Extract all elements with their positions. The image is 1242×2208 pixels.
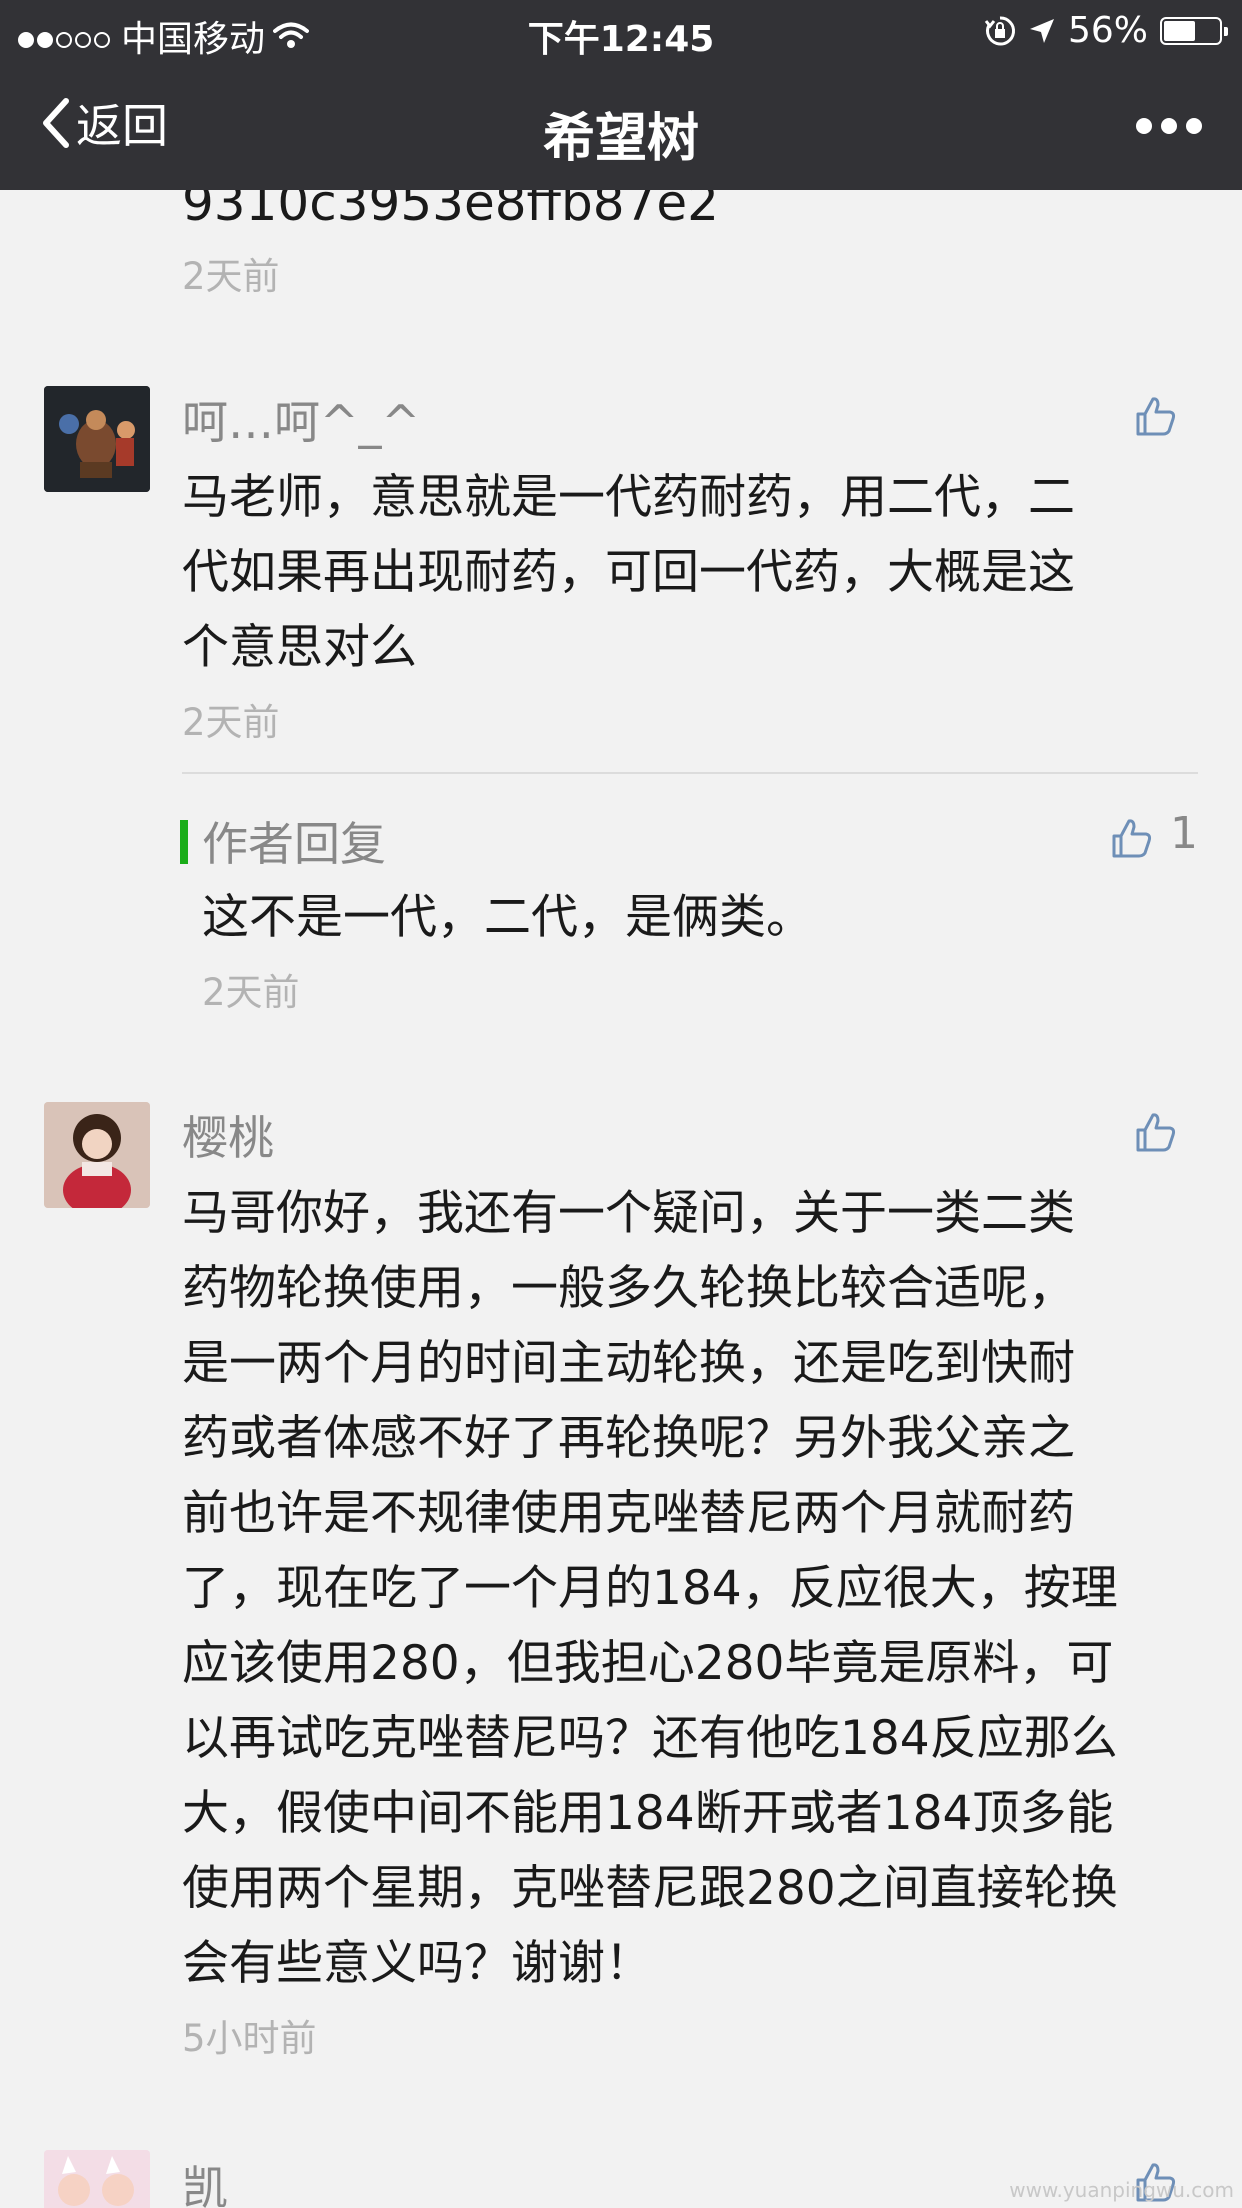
more-dot	[1186, 118, 1202, 134]
reply-divider	[182, 772, 1198, 774]
comment-line: 使用两个星期，克唑替尼跟280之间直接轮换	[182, 1861, 1118, 1916]
reply-like-count: 1	[1170, 808, 1198, 859]
comment-text: 9310c3953e8ffb87e2	[182, 190, 719, 232]
comment-line: 大，假使中间不能用184断开或者184顶多能	[182, 1786, 1114, 1841]
comment-line: 前也许是不规律使用克唑替尼两个月就耐药	[182, 1486, 1075, 1541]
thumbs-up-icon[interactable]	[1134, 1110, 1178, 1154]
comment-line: 药物轮换使用，一般多久轮换比较合适呢，	[182, 1261, 1075, 1316]
commenter-name: 呵…呵^_^	[182, 395, 421, 449]
comment-text: 马哥你好，我还有一个疑问，关于一类二类 药物轮换使用，一般多久轮换比较合适呢， …	[182, 1176, 1118, 2001]
comment-line: 是一两个月的时间主动轮换，还是吃到快耐	[182, 1336, 1075, 1391]
watermark: www.yuanpingwu.com	[1009, 2178, 1234, 2202]
avatar-image	[44, 1102, 150, 1208]
location-arrow-icon	[1029, 18, 1054, 43]
avatar-image	[44, 2150, 150, 2208]
more-dot	[1161, 118, 1177, 134]
avatar[interactable]	[44, 386, 150, 492]
battery-percent: 56%	[1067, 10, 1148, 51]
navigation-bar: 返回 希望树	[0, 62, 1242, 190]
page-title: 希望树	[542, 109, 699, 169]
comment-time: 2天前	[182, 701, 280, 744]
comment-text: 马老师，意思就是一代药耐药，用二代，二 代如果再出现耐药，可回一代药，大概是这 …	[182, 460, 1075, 685]
reply-label: 作者回复	[202, 817, 386, 871]
avatar[interactable]	[44, 1102, 150, 1208]
orientation-lock-icon	[984, 15, 1016, 45]
reply-text: 这不是一代，二代，是俩类。	[202, 890, 813, 945]
commenter-name: 樱桃	[182, 1111, 274, 1165]
comment-time: 2天前	[182, 255, 280, 298]
thumbs-up-icon[interactable]	[1134, 394, 1178, 438]
more-button[interactable]	[1136, 118, 1202, 134]
comment-list[interactable]: 9310c3953e8ffb87e2 2天前 呵…呵^_^ 马老师，意思就是一代…	[0, 190, 1242, 2208]
comment-line: 马老师，意思就是一代药耐药，用二代，二	[182, 470, 1075, 525]
comment-line: 应该使用280，但我担心280毕竟是原料，可	[182, 1636, 1114, 1691]
status-right: 56%	[984, 10, 1228, 51]
reply-time: 2天前	[202, 971, 300, 1014]
comment-time: 5小时前	[182, 2017, 317, 2060]
more-dot	[1136, 118, 1152, 134]
comment-line: 药或者体感不好了再轮换呢？另外我父亲之	[182, 1411, 1075, 1466]
thumbs-up-icon[interactable]	[1110, 816, 1154, 860]
comment-line: 马哥你好，我还有一个疑问，关于一类二类	[182, 1186, 1075, 1241]
comment-line: 代如果再出现耐药，可回一代药，大概是这	[182, 545, 1075, 600]
reply-accent-bar	[180, 820, 188, 864]
comment-line: 了，现在吃了一个月的184，反应很大，按理	[182, 1561, 1118, 1616]
commenter-name: 凯	[182, 2161, 228, 2208]
comment-line: 以再试吃克唑替尼吗？还有他吃184反应那么	[182, 1711, 1118, 1766]
comment-line: 会有些意义吗？谢谢！	[182, 1936, 652, 1991]
status-bar: 中国移动 下午12:45 56%	[0, 0, 1242, 62]
comment-line: 个意思对么	[182, 620, 417, 675]
avatar[interactable]	[44, 2150, 150, 2208]
avatar-image	[44, 386, 150, 492]
battery-icon	[1160, 16, 1228, 45]
